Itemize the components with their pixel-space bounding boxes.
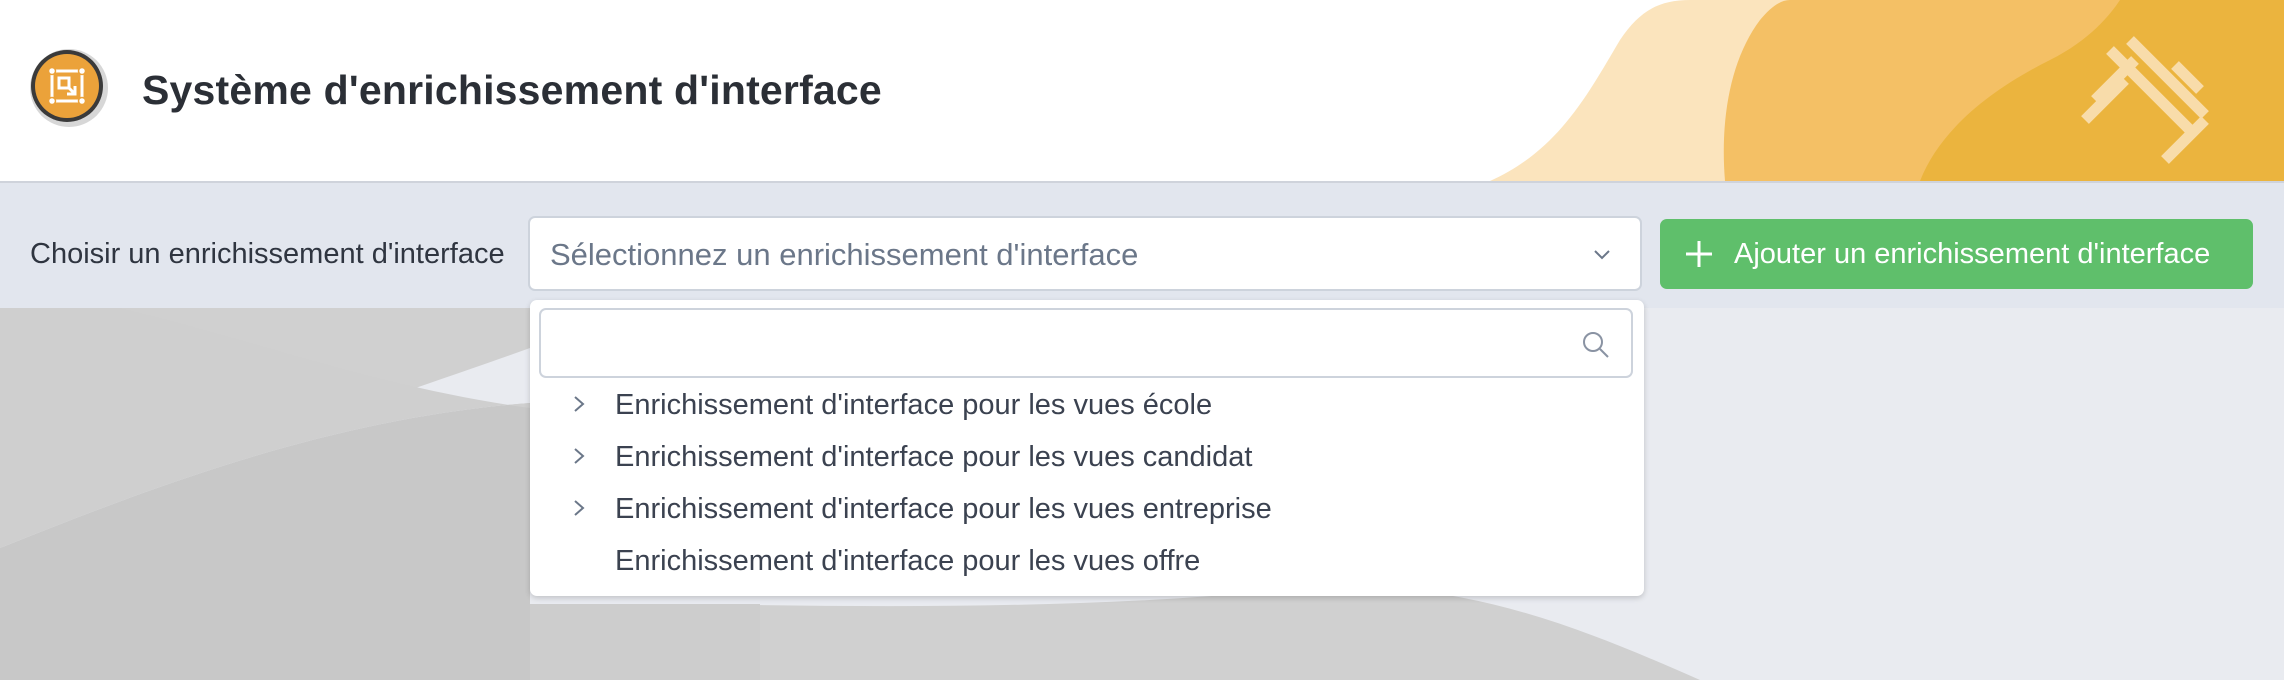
add-enrichment-button[interactable]: Ajouter un enrichissement d'interface [1660, 219, 2253, 289]
dropdown-search-input[interactable] [555, 320, 1559, 368]
app-header: Système d'enrichissement d'interface [0, 0, 2284, 183]
dropdown-option-label: Enrichissement d'interface pour les vues… [615, 389, 1213, 421]
search-icon [1583, 332, 1609, 358]
dropdown-option-candidat[interactable]: Enrichissement d'interface pour les vues… [530, 432, 1644, 482]
plus-icon [1686, 241, 1712, 267]
select-placeholder: Sélectionnez un enrichissement d'interfa… [550, 237, 1139, 272]
dropdown-option-entreprise[interactable]: Enrichissement d'interface pour les vues… [530, 484, 1644, 534]
chevron-down-icon[interactable] [1592, 244, 1612, 264]
dropdown-option-label: Enrichissement d'interface pour les vues… [615, 441, 1253, 473]
interface-frame-icon [30, 49, 108, 127]
dropdown-option-label: Enrichissement d'interface pour les vues… [615, 493, 1272, 525]
dropdown-option-ecole[interactable]: Enrichissement d'interface pour les vues… [530, 380, 1644, 430]
dropdown-search[interactable] [539, 308, 1633, 378]
dropdown-option-offre[interactable]: Enrichissement d'interface pour les vues… [530, 536, 1644, 586]
chevron-right-icon[interactable] [570, 498, 588, 518]
dropdown-option-label: Enrichissement d'interface pour les vues… [615, 545, 1201, 577]
add-enrichment-button-label: Ajouter un enrichissement d'interface [1734, 238, 2211, 270]
choose-enrichment-label: Choisir un enrichissement d'interface [30, 238, 505, 270]
page-title: Système d'enrichissement d'interface [142, 67, 882, 113]
enrichment-select[interactable]: Sélectionnez un enrichissement d'interfa… [528, 216, 1642, 291]
chevron-right-icon[interactable] [570, 394, 588, 414]
crossed-bars-icon [2081, 36, 2209, 164]
chevron-right-icon[interactable] [570, 446, 588, 466]
enrichment-dropdown: Enrichissement d'interface pour les vues… [530, 300, 1644, 596]
